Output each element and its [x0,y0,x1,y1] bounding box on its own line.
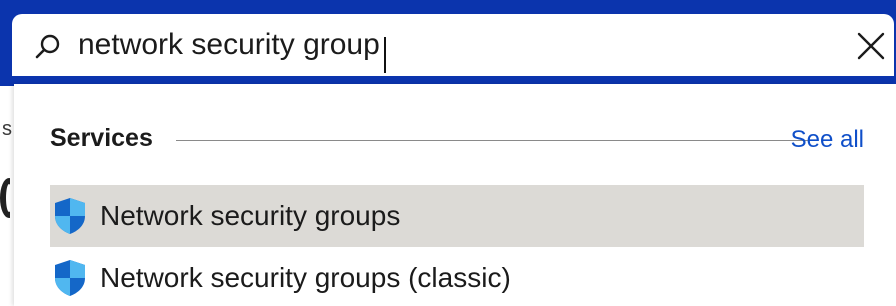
result-label: Network security groups (classic) [100,262,511,293]
search-icon [35,34,60,59]
section-title-services: Services [50,124,153,152]
search-box[interactable] [12,14,894,76]
azure-portal-search: s Services See all Network security grou… [0,0,896,306]
text-caret [384,37,386,73]
close-icon[interactable] [856,31,886,61]
result-label: Network security groups [100,200,401,231]
see-all-link[interactable]: See all [791,126,864,154]
shield-icon [55,198,85,234]
result-network-security-groups-classic[interactable]: Network security groups (classic) [50,247,864,306]
search-results-dropdown: Services See all Network security groups… [14,84,896,306]
result-network-security-groups[interactable]: Network security groups [50,185,864,247]
background-page-glyph: s [2,118,12,140]
shield-icon [55,260,85,296]
background-page-glyph [0,178,10,224]
search-input[interactable] [78,22,838,68]
section-divider [176,140,808,141]
